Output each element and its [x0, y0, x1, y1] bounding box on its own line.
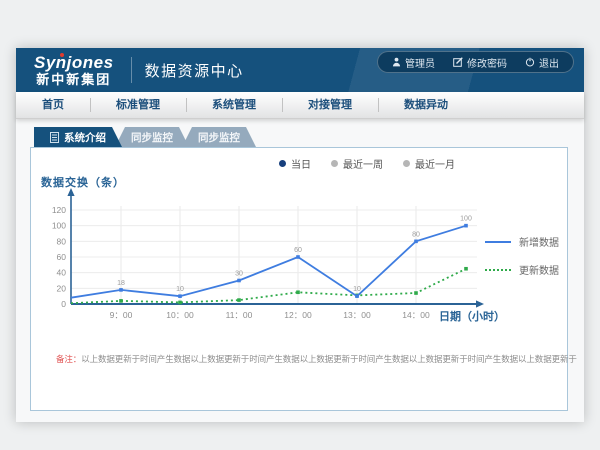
- svg-text:10: 10: [353, 286, 361, 293]
- svg-text:100: 100: [52, 221, 66, 231]
- header-divider: [131, 57, 132, 83]
- nav-item-2[interactable]: 标准管理: [90, 92, 186, 118]
- radio-option-3[interactable]: 最近一月: [403, 156, 455, 171]
- tab-3[interactable]: 同步监控: [182, 127, 256, 147]
- radio-label: 当日: [291, 156, 311, 171]
- tab-bar: 系统介绍 同步监控 同步监控: [34, 127, 256, 147]
- svg-text:40: 40: [57, 268, 67, 278]
- footnote-prefix: 备注：: [56, 354, 81, 364]
- legend-label: 更新数据: [519, 262, 559, 277]
- nav-item-4[interactable]: 对接管理: [282, 92, 378, 118]
- logout-label: 退出: [539, 55, 559, 70]
- power-icon: [525, 57, 535, 67]
- change-password-label: 修改密码: [467, 55, 507, 70]
- nav-item-1[interactable]: 首页: [16, 92, 90, 118]
- radio-option-2[interactable]: 最近一周: [331, 156, 383, 171]
- person-icon: [392, 57, 401, 67]
- legend-item-2[interactable]: 更新数据: [485, 262, 559, 277]
- tab-label: 同步监控: [131, 130, 173, 145]
- svg-text:13：00: 13：00: [343, 310, 371, 320]
- admin-user-button[interactable]: 管理员: [392, 55, 435, 70]
- series-legend: 新增数据更新数据: [485, 234, 559, 277]
- radio-label: 最近一周: [343, 156, 383, 171]
- admin-label: 管理员: [405, 55, 435, 70]
- svg-text:11：00: 11：00: [226, 310, 253, 320]
- content-panel: 当日最近一周最近一月 数据交换（条） 0204060801001209：0010…: [30, 147, 568, 411]
- change-password-button[interactable]: 修改密码: [453, 55, 507, 70]
- app-header: Synjones 新中新集团 数据资源中心 管理员: [16, 48, 584, 92]
- nav-item-3[interactable]: 系统管理: [186, 92, 282, 118]
- svg-text:20: 20: [57, 283, 67, 293]
- svg-text:9：00: 9：00: [110, 310, 133, 320]
- app-window: Synjones 新中新集团 数据资源中心 管理员: [16, 48, 584, 422]
- tab-label: 同步监控: [198, 130, 240, 145]
- nav-item-5[interactable]: 数据异动: [378, 92, 474, 118]
- page-title: 数据资源中心: [145, 60, 244, 81]
- logo-red-dot-icon: [60, 53, 64, 57]
- brand-logo: Synjones 新中新集团: [30, 54, 118, 86]
- legend-swatch-icon: [485, 241, 511, 243]
- svg-text:18: 18: [117, 280, 125, 287]
- logo-cn: 新中新集团: [34, 73, 114, 86]
- radio-label: 最近一月: [415, 156, 455, 171]
- svg-text:10: 10: [176, 286, 184, 293]
- svg-text:10：00: 10：00: [166, 310, 194, 320]
- radio-dot-icon: [403, 160, 410, 167]
- svg-text:100: 100: [460, 216, 472, 223]
- line-chart: 0 20 40 60 80 100 120 9：00 10：00 11：00 12：00 13：00 1…: [41, 186, 521, 326]
- footnote: 备注：以上数据更新于时间产生数据以上数据更新于时间产生数据以上数据更新于时间产生…: [56, 353, 577, 365]
- time-range-radios: 当日 最近一周 最近一月: [279, 156, 455, 171]
- legend-item-1[interactable]: 新增数据: [485, 234, 559, 249]
- svg-text:0: 0: [61, 299, 66, 309]
- page-background: Synjones 新中新集团 数据资源中心 管理员: [0, 0, 600, 450]
- svg-text:14：00: 14：00: [402, 310, 430, 320]
- radio-option-1[interactable]: 当日: [279, 156, 311, 171]
- svg-text:80: 80: [57, 236, 67, 246]
- tab-label: 系统介绍: [64, 130, 106, 145]
- tab-2[interactable]: 同步监控: [115, 127, 189, 147]
- svg-text:60: 60: [294, 247, 302, 254]
- footnote-text: 以上数据更新于时间产生数据以上数据更新于时间产生数据以上数据更新于时间产生数据以…: [81, 354, 577, 364]
- radio-dot-icon: [279, 160, 286, 167]
- svg-text:120: 120: [52, 205, 66, 215]
- logout-button[interactable]: 退出: [525, 55, 559, 70]
- user-toolbar: 管理员 修改密码 退出: [377, 51, 574, 73]
- main-nav: 首页标准管理系统管理对接管理数据异动: [16, 92, 584, 119]
- svg-text:60: 60: [57, 252, 67, 262]
- document-icon: [50, 132, 59, 143]
- svg-text:80: 80: [412, 231, 420, 238]
- edit-icon: [453, 57, 463, 67]
- logo-en: Synjones: [34, 54, 114, 71]
- tab-1[interactable]: 系统介绍: [34, 127, 122, 147]
- svg-text:12：00: 12：00: [284, 310, 312, 320]
- legend-swatch-icon: [485, 269, 511, 271]
- svg-text:30: 30: [235, 271, 243, 278]
- svg-text:日期（小时）: 日期（小时）: [439, 309, 505, 323]
- legend-label: 新增数据: [519, 234, 559, 249]
- radio-dot-icon: [331, 160, 338, 167]
